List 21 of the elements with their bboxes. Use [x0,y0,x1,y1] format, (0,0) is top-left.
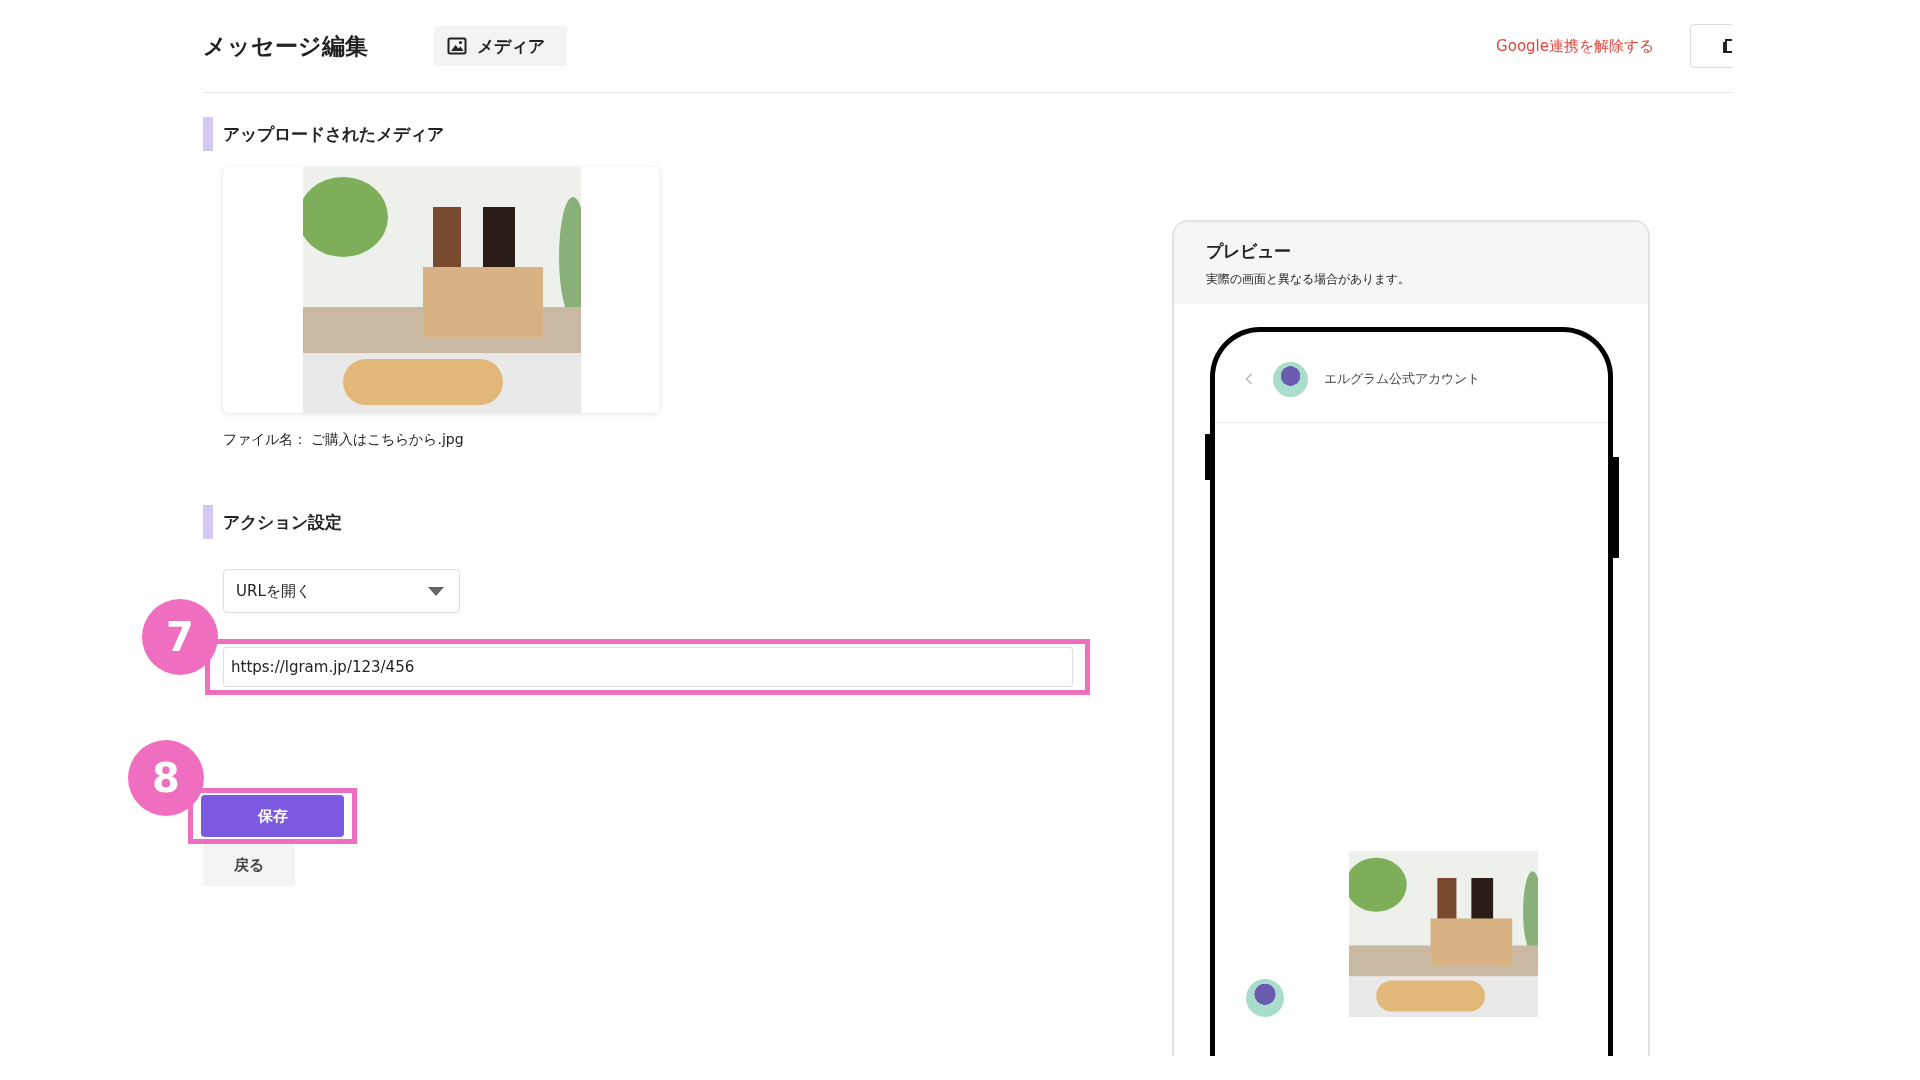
avatar [1246,979,1284,1017]
account-name: エルグラム公式アカウント [1324,370,1480,388]
step-number-badge: 7 [142,599,218,675]
dropdown-caret-icon [428,586,444,596]
preview-note: 実際の画面と異なる場合があります。 [1206,271,1411,288]
action-dropdown[interactable]: URLを開く [223,569,460,613]
back-button[interactable]: 戻る [203,844,295,886]
save-button[interactable]: 保存 [201,795,344,837]
step-number-badge: 8 [128,740,204,816]
media-tab[interactable]: メディア [434,26,567,66]
preview-title: プレビュー [1206,240,1292,263]
url-input-field[interactable]: https://lgram.jp/123/456 [223,647,1073,687]
section-heading: アクション設定 [223,510,342,534]
unlink-google-link[interactable]: Google連携を解除する [1496,36,1654,56]
section-heading: アップロードされたメディア [223,122,444,146]
page-title: メッセージ編集 [203,31,368,61]
file-name: ファイル名： ご購入はこちらから.jpg [223,431,465,449]
image-icon [447,37,467,55]
section-accent-bar [203,505,213,539]
section-accent-bar [203,117,213,151]
avatar [1273,361,1308,397]
